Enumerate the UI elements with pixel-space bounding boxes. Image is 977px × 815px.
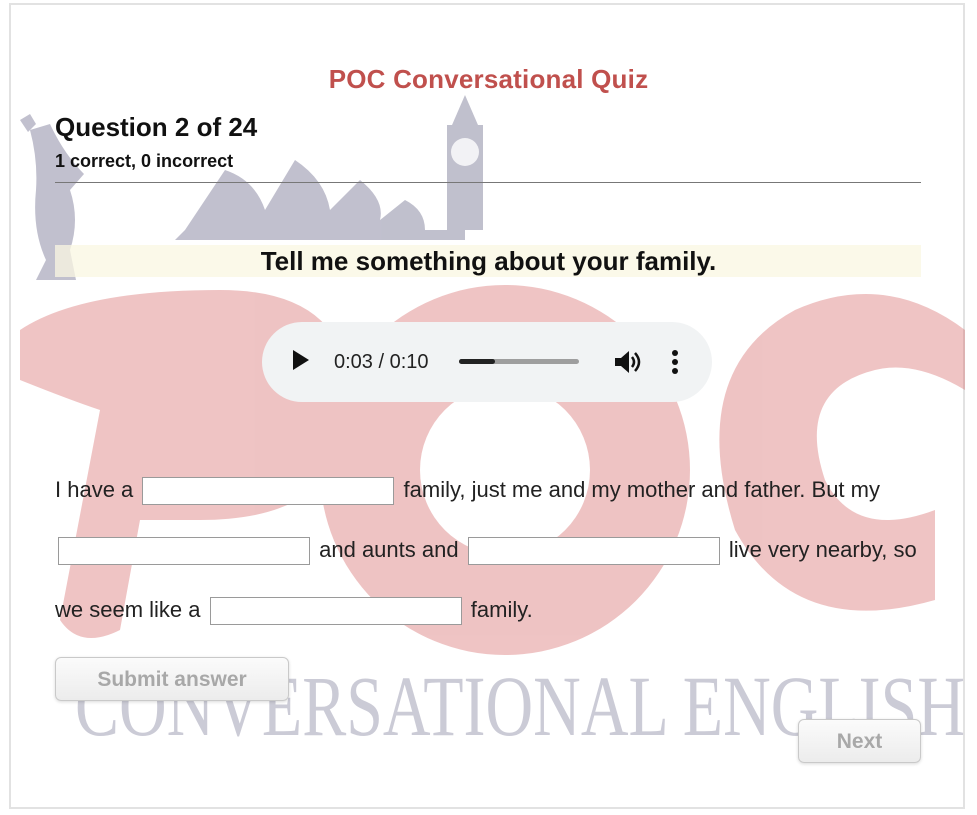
volume-icon[interactable] [612, 348, 642, 376]
next-button[interactable]: Next [798, 719, 921, 763]
blank-input-3[interactable] [467, 537, 720, 566]
audio-player[interactable]: 0:03 / 0:10 [262, 322, 712, 402]
score-summary: 1 correct, 0 incorrect [55, 151, 234, 171]
cloze-text-5: family. [470, 597, 533, 622]
more-options-icon[interactable] [665, 348, 685, 376]
cloze-text-3: and aunts and [319, 537, 459, 562]
divider [55, 182, 921, 183]
blank-input-2[interactable] [58, 537, 310, 566]
question-counter: Question 2 of 24 [55, 112, 258, 142]
play-icon[interactable] [293, 350, 309, 370]
audio-seek-bar[interactable] [459, 359, 579, 364]
blank-input-4[interactable] [209, 597, 462, 626]
cloze-passage: I have a family, just me and my mother a… [55, 460, 935, 640]
quiz-content: POC Conversational Quiz Question 2 of 24… [0, 0, 977, 815]
cloze-text-1: I have a [55, 477, 134, 502]
cloze-text-2: family, just me and my mother and father… [403, 477, 880, 502]
audio-progress-fill [459, 359, 495, 364]
blank-input-1[interactable] [142, 477, 395, 506]
question-prompt: Tell me something about your family. [260, 246, 717, 276]
audio-time: 0:03 / 0:10 [334, 351, 429, 373]
quiz-title: POC Conversational Quiz [328, 64, 649, 94]
submit-answer-button[interactable]: Submit answer [55, 657, 289, 701]
